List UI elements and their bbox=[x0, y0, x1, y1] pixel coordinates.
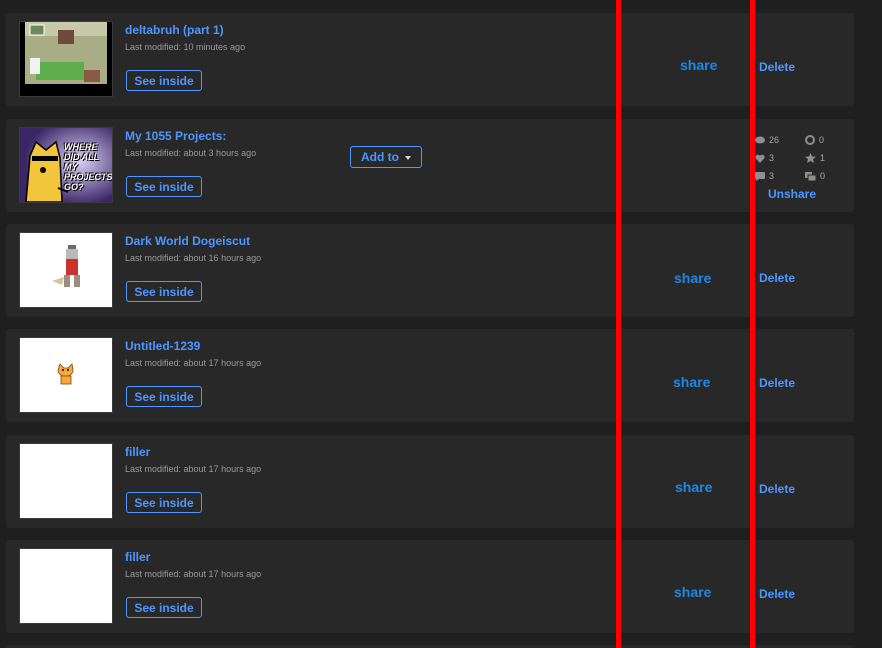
project-title[interactable]: Untitled-1239 bbox=[125, 339, 200, 353]
project-title[interactable]: deltabruh (part 1) bbox=[125, 23, 224, 37]
stat-studios: 0 bbox=[805, 171, 825, 181]
project-thumbnail[interactable] bbox=[19, 443, 113, 519]
thumbnail-caption: WHERE DID ALL MY PROJECTS GO? bbox=[64, 142, 113, 192]
project-card: deltabruh (part 1) Last modified: 10 min… bbox=[6, 13, 854, 106]
studio-icon bbox=[805, 171, 816, 181]
remix-icon bbox=[805, 135, 815, 145]
project-title[interactable]: filler bbox=[125, 550, 150, 564]
chevron-down-icon bbox=[405, 156, 411, 160]
project-thumbnail[interactable] bbox=[19, 232, 113, 308]
comment-icon bbox=[755, 171, 765, 181]
project-title[interactable]: Dark World Dogeiscut bbox=[125, 234, 250, 248]
remixes-count: 0 bbox=[819, 135, 825, 145]
share-link[interactable]: share bbox=[674, 270, 711, 286]
see-inside-button[interactable]: See inside bbox=[126, 386, 202, 407]
project-card: filler Last modified: about 17 hours ago… bbox=[6, 540, 854, 633]
annotation-line bbox=[750, 0, 755, 648]
stat-comments: 3 bbox=[755, 171, 774, 181]
delete-link[interactable]: Delete bbox=[759, 376, 795, 390]
see-inside-button[interactable]: See inside bbox=[126, 597, 202, 618]
see-inside-button[interactable]: See inside bbox=[126, 70, 202, 91]
project-card: Untitled-1239 Last modified: about 17 ho… bbox=[6, 329, 854, 422]
last-modified: Last modified: 10 minutes ago bbox=[125, 42, 246, 52]
see-inside-button[interactable]: See inside bbox=[126, 176, 202, 197]
favorites-count: 1 bbox=[820, 153, 826, 163]
project-card: Dark World Dogeiscut Last modified: abou… bbox=[6, 224, 854, 317]
project-stats: 26 0 3 1 3 0 bbox=[755, 133, 835, 183]
project-thumbnail[interactable] bbox=[19, 548, 113, 624]
project-thumbnail[interactable] bbox=[19, 21, 113, 97]
loves-count: 3 bbox=[769, 153, 775, 163]
delete-link[interactable]: Delete bbox=[759, 271, 795, 285]
project-thumbnail[interactable]: WHERE DID ALL MY PROJECTS GO? bbox=[19, 127, 113, 203]
share-link[interactable]: share bbox=[673, 374, 710, 390]
share-link[interactable]: share bbox=[675, 479, 712, 495]
see-inside-button[interactable]: See inside bbox=[126, 281, 202, 302]
delete-link[interactable]: Delete bbox=[759, 587, 795, 601]
last-modified: Last modified: about 17 hours ago bbox=[125, 464, 262, 474]
stat-views: 26 bbox=[755, 135, 779, 145]
project-thumbnail[interactable] bbox=[19, 337, 113, 413]
studios-count: 0 bbox=[820, 171, 826, 181]
add-to-studio-button[interactable]: Add to bbox=[350, 146, 422, 168]
delete-link[interactable]: Delete bbox=[759, 60, 795, 74]
room-scene-thumbnail-art bbox=[20, 22, 112, 96]
star-icon bbox=[805, 153, 816, 163]
stat-favorites: 1 bbox=[805, 153, 825, 163]
share-link[interactable]: share bbox=[680, 57, 717, 73]
project-card: WHERE DID ALL MY PROJECTS GO? My 1055 Pr… bbox=[6, 119, 854, 212]
see-inside-button[interactable]: See inside bbox=[126, 492, 202, 513]
last-modified: Last modified: about 3 hours ago bbox=[125, 148, 257, 158]
comments-count: 3 bbox=[769, 171, 775, 181]
project-title[interactable]: filler bbox=[125, 445, 150, 459]
unshare-link[interactable]: Unshare bbox=[768, 187, 816, 201]
share-link[interactable]: share bbox=[674, 584, 711, 600]
project-card: filler Last modified: about 17 hours ago… bbox=[6, 435, 854, 528]
delete-link[interactable]: Delete bbox=[759, 482, 795, 496]
heart-icon bbox=[755, 154, 765, 163]
project-title[interactable]: My 1055 Projects: bbox=[125, 129, 226, 143]
last-modified: Last modified: about 17 hours ago bbox=[125, 569, 262, 579]
add-to-label: Add to bbox=[361, 150, 399, 164]
eye-icon bbox=[755, 136, 765, 144]
views-count: 26 bbox=[769, 135, 780, 145]
last-modified: Last modified: about 17 hours ago bbox=[125, 358, 262, 368]
annotation-line bbox=[616, 0, 621, 648]
stat-loves: 3 bbox=[755, 153, 774, 163]
last-modified: Last modified: about 16 hours ago bbox=[125, 253, 262, 263]
stat-remixes: 0 bbox=[805, 135, 824, 145]
scratch-cat-thumbnail-art bbox=[20, 338, 112, 412]
character-thumbnail-art bbox=[20, 233, 112, 307]
